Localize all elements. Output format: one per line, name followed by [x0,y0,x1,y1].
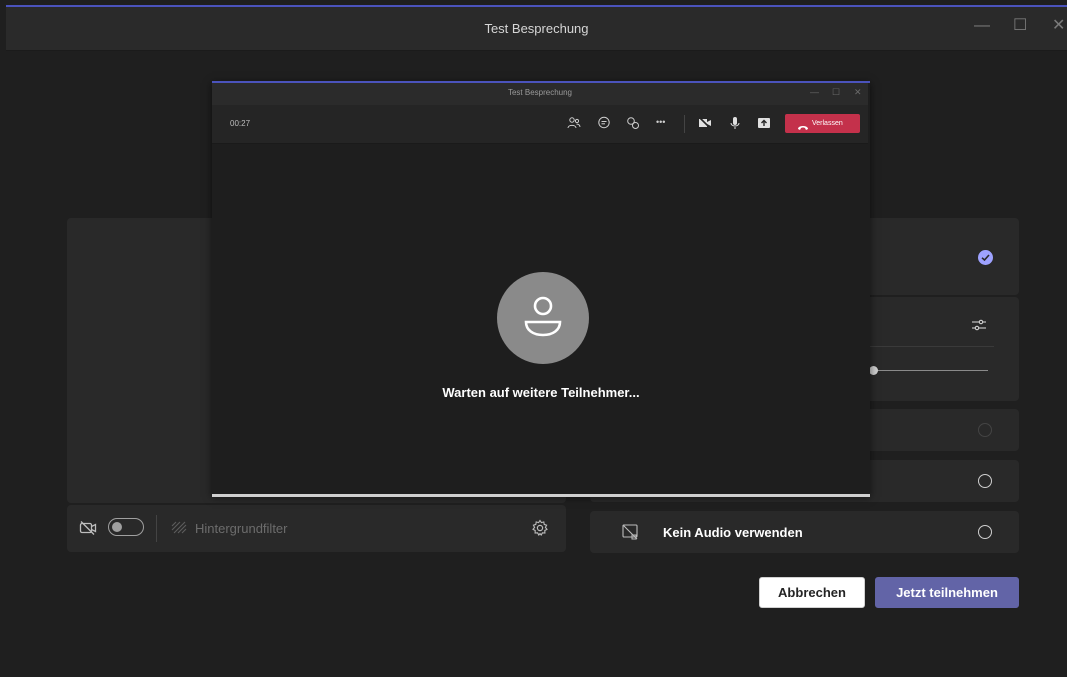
mic-icon[interactable] [728,116,742,135]
selected-check-icon [978,250,993,265]
no-audio-radio[interactable] [978,525,992,539]
camera-toggle[interactable] [108,518,144,536]
join-now-button[interactable]: Jetzt teilnehmen [875,577,1019,608]
meeting-toolbar: 00:27 ••• Verlassen [212,105,868,144]
meeting-close-button[interactable]: ✕ [854,87,862,98]
toolbar-divider [156,515,157,542]
volume-slider-thumb[interactable] [869,366,878,375]
no-audio-label: Kein Audio verwenden [663,525,803,540]
minimize-button[interactable]: — [974,18,990,34]
leave-label: Verlassen [812,120,843,127]
gear-icon[interactable] [531,519,549,542]
room-audio-radio[interactable] [978,474,992,488]
window-title: Test Besprechung [484,21,589,36]
meeting-minimize-button[interactable]: — [810,87,819,97]
reactions-icon[interactable] [626,116,640,135]
waiting-message: Warten auf weitere Teilnehmer... [442,385,640,400]
leave-button[interactable]: Verlassen [785,114,860,133]
close-button[interactable]: ✕ [1052,18,1065,34]
meeting-window-titlebar: Test Besprechung — ☐ ✕ [212,83,868,105]
no-audio-option[interactable]: Kein Audio verwenden [590,511,1019,553]
meeting-timer: 00:27 [230,119,251,128]
meeting-window-title: Test Besprechung [507,88,573,97]
meeting-toolbar-divider [684,115,685,133]
share-icon[interactable] [757,116,771,135]
cancel-button[interactable]: Abbrechen [759,577,865,608]
phone-audio-radio[interactable] [978,423,992,437]
chat-icon[interactable] [597,116,611,135]
background-filter-label[interactable]: Hintergrundfilter [195,521,288,536]
meeting-window-bottom-edge [212,494,870,497]
camera-toggle-knob [112,521,122,532]
video-off-icon[interactable] [698,116,712,135]
meeting-window: Test Besprechung — ☐ ✕ 00:27 ••• Verlass… [212,81,870,495]
background-effects-icon [171,521,187,540]
camera-off-icon[interactable] [79,520,97,541]
meeting-maximize-button[interactable]: ☐ [832,87,840,98]
person-icon [497,272,589,364]
phone-hangup-icon [797,120,809,139]
participants-icon[interactable] [567,116,581,135]
preview-toolbar: Hintergrundfilter [67,505,566,552]
volume-slider-track[interactable] [870,370,988,371]
window-titlebar: Test Besprechung — ☐ ✕ [6,7,1067,51]
more-icon[interactable]: ••• [656,117,665,127]
sliders-icon[interactable] [971,317,987,338]
no-audio-icon [621,523,639,546]
maximize-button[interactable]: ☐ [1013,18,1027,34]
